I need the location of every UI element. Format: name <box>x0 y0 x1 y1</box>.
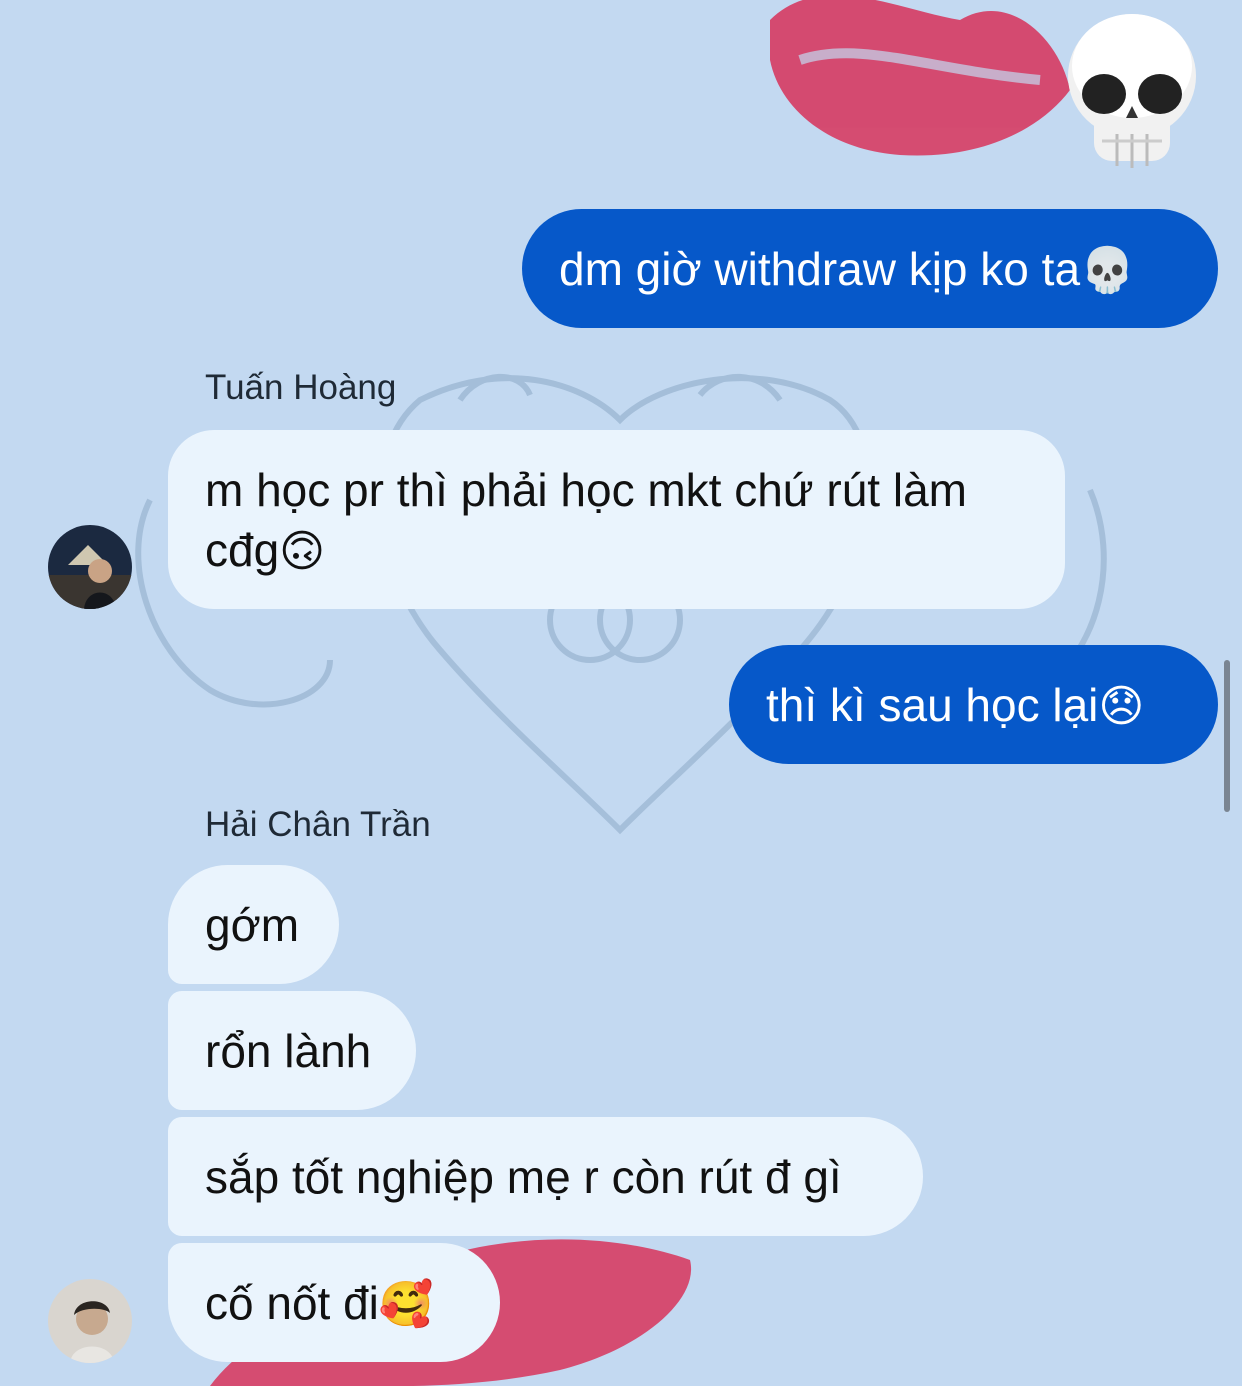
message-bubble-incoming[interactable]: cố nốt đi🥰 <box>168 1243 500 1362</box>
message-bubble-outgoing[interactable]: thì kì sau học lại😞 <box>729 645 1218 764</box>
message-text: rổn lành <box>205 1025 372 1077</box>
message-bubble-incoming[interactable]: rổn lành <box>168 991 416 1110</box>
avatar[interactable] <box>48 525 132 609</box>
sender-name: Tuấn Hoàng <box>205 368 397 407</box>
message-text: dm giờ withdraw kịp ko ta <box>559 243 1081 295</box>
message-text: gớm <box>205 899 300 951</box>
upside-down-face-emoji-icon: 🙃 <box>279 526 326 577</box>
message-bubble-incoming[interactable]: gớm <box>168 865 339 984</box>
message-text: cố nốt đi <box>205 1277 379 1329</box>
skull-icon[interactable] <box>1062 6 1202 176</box>
scrollbar[interactable] <box>1224 660 1230 812</box>
message-text: thì kì sau học lại <box>766 679 1099 731</box>
message-bubble-incoming[interactable]: sắp tốt nghiệp mẹ r còn rút đ gì <box>168 1117 923 1236</box>
disappointed-face-emoji-icon: 😞 <box>1098 681 1145 732</box>
skull-emoji-icon: 💀 <box>1080 245 1135 296</box>
smiling-face-with-hearts-emoji-icon: 🥰 <box>378 1279 434 1330</box>
lips-decoration-top <box>770 0 1070 156</box>
avatar[interactable] <box>48 1279 132 1363</box>
message-text: sắp tốt nghiệp mẹ r còn rút đ gì <box>205 1151 842 1203</box>
message-bubble-incoming[interactable]: m học pr thì phải học mkt chứ rút làm cđ… <box>168 430 1065 609</box>
message-bubble-outgoing[interactable]: dm giờ withdraw kịp ko ta💀 <box>522 209 1218 328</box>
sender-name: Hải Chân Trần <box>205 805 431 844</box>
